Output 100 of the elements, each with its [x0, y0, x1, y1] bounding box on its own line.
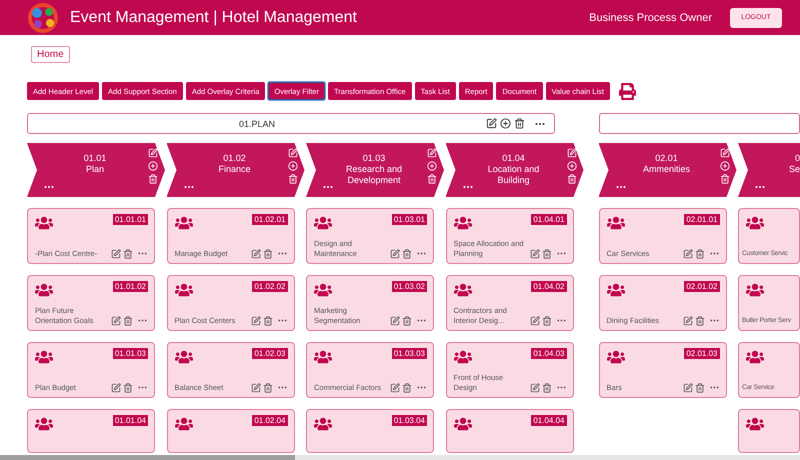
add-icon[interactable]: [500, 118, 511, 129]
activity-code: 01.01.01: [112, 214, 148, 225]
delete-icon[interactable]: [262, 248, 272, 258]
activity-code: 01.04.01: [531, 214, 566, 225]
delete-icon[interactable]: [262, 316, 272, 326]
delete-icon[interactable]: [262, 382, 272, 392]
users-icon: [606, 214, 624, 232]
activity-code: 01.01.04: [112, 415, 148, 426]
process-chevron[interactable]: 01.04 Location and Building: [446, 143, 584, 197]
users-icon: [174, 214, 192, 232]
home-breadcrumb[interactable]: Home: [31, 46, 70, 63]
users-icon: [314, 415, 332, 433]
edit-icon[interactable]: [390, 248, 400, 258]
process-label: Finance: [218, 164, 251, 175]
delete-icon[interactable]: [566, 174, 576, 184]
delete-icon[interactable]: [542, 248, 552, 258]
section-title: 01.PLAN: [238, 118, 276, 128]
activity-code: 01.02.04: [252, 415, 288, 426]
users-icon: [454, 214, 472, 232]
activity-code: 01.04.04: [531, 415, 566, 426]
edit-icon[interactable]: [530, 382, 540, 392]
users-icon: [174, 348, 192, 366]
delete-icon[interactable]: [542, 382, 552, 392]
user-role: Business Process Owner: [589, 12, 712, 24]
activity-card[interactable]: 01.04.04: [446, 409, 574, 453]
process-label: Research and Development: [344, 164, 404, 186]
users-icon: [35, 214, 53, 232]
delete-icon[interactable]: [720, 174, 730, 184]
delete-icon[interactable]: [123, 316, 133, 326]
delete-icon[interactable]: [427, 174, 437, 184]
edit-icon[interactable]: [530, 316, 540, 326]
activity-code: 01.01.02: [112, 281, 148, 292]
process-code: 01.01: [84, 153, 106, 164]
users-icon: [314, 348, 332, 366]
process-chevron[interactable]: 01.03 Research and Development: [306, 143, 444, 197]
delete-icon[interactable]: [402, 316, 412, 326]
process-label: Plan: [86, 164, 104, 175]
edit-icon[interactable]: [682, 248, 692, 258]
scrollbar-thumb[interactable]: [0, 455, 295, 460]
edit-icon[interactable]: [682, 316, 692, 326]
users-icon: [606, 281, 624, 299]
users-icon: [606, 348, 624, 366]
process-code: 0: [794, 153, 800, 164]
logo-icon: [28, 2, 58, 32]
edit-icon[interactable]: [250, 382, 260, 392]
process-code: 01.04: [502, 153, 525, 164]
users-icon: [35, 348, 53, 366]
edit-icon[interactable]: [250, 248, 260, 258]
activity-code: 02.01.02: [684, 281, 720, 292]
delete-icon[interactable]: [694, 382, 704, 392]
delete-icon[interactable]: [694, 248, 704, 258]
edit-icon[interactable]: [390, 316, 400, 326]
delete-icon[interactable]: [288, 174, 298, 184]
delete-icon[interactable]: [148, 174, 158, 184]
process-chevron[interactable]: 0 Se: [738, 143, 800, 197]
edit-icon[interactable]: [111, 248, 121, 258]
users-icon: [174, 415, 192, 433]
edit-icon[interactable]: [530, 248, 540, 258]
activity-card[interactable]: 01.02.04: [166, 409, 294, 453]
activity-code: 01.02.01: [252, 214, 288, 225]
activity-card[interactable]: 01.03.04: [306, 409, 434, 453]
activity-card[interactable]: [738, 409, 800, 453]
process-label: Se: [788, 164, 800, 175]
users-icon: [746, 214, 764, 232]
edit-icon[interactable]: [111, 382, 121, 392]
edit-icon[interactable]: [682, 382, 692, 392]
users-icon: [454, 415, 472, 433]
users-icon: [454, 281, 472, 299]
activity-card[interactable]: 01.01.04: [27, 409, 155, 453]
edit-icon[interactable]: [111, 316, 121, 326]
activity-code: 01.03.04: [392, 415, 427, 426]
users-icon: [454, 348, 472, 366]
process-code: 02.01: [655, 153, 678, 164]
users-icon: [174, 281, 192, 299]
users-icon: [35, 415, 53, 433]
delete-icon[interactable]: [514, 118, 525, 129]
delete-icon[interactable]: [542, 316, 552, 326]
users-icon: [35, 281, 53, 299]
delete-icon[interactable]: [402, 248, 412, 258]
delete-icon[interactable]: [694, 316, 704, 326]
process-chevron[interactable]: 01.01 Plan: [27, 143, 165, 197]
users-icon: [746, 281, 764, 299]
process-chevron[interactable]: 01.02 Finance: [166, 143, 304, 197]
horizontal-scrollbar[interactable]: [0, 455, 800, 460]
process-chevron[interactable]: 02.01 Ammenities: [598, 143, 736, 197]
edit-icon[interactable]: [486, 118, 497, 129]
delete-icon[interactable]: [123, 248, 133, 258]
app-title: Event Management | Hotel Management: [70, 8, 358, 26]
delete-icon[interactable]: [123, 382, 133, 392]
activity-code: 01.04.03: [531, 348, 566, 359]
activity-code: 01.01.03: [112, 348, 148, 359]
delete-icon[interactable]: [402, 382, 412, 392]
activity-code: 02.01.03: [684, 348, 720, 359]
activity-code: 01.02.03: [252, 348, 288, 359]
print-icon[interactable]: [618, 82, 636, 100]
edit-icon[interactable]: [390, 382, 400, 392]
activity-code: 01.04.02: [531, 281, 566, 292]
users-icon: [314, 214, 332, 232]
activity-code: 01.03.01: [392, 214, 427, 225]
edit-icon[interactable]: [250, 316, 260, 326]
